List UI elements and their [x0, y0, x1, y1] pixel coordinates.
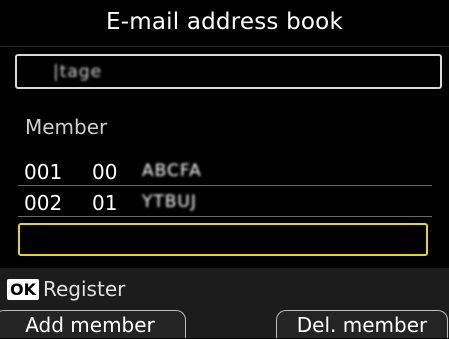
- member-number: 002: [24, 191, 63, 215]
- address-book-name-value: |tage: [53, 62, 103, 82]
- screen-title: E-mail address book: [106, 9, 343, 35]
- delete-member-button[interactable]: Del. member: [276, 310, 448, 338]
- ok-action-label: Register: [43, 277, 126, 301]
- footer-bar: OK Register Add member Del. member: [0, 268, 449, 338]
- add-member-button[interactable]: Add member: [0, 310, 186, 338]
- title-bar: E-mail address book: [0, 0, 449, 47]
- row-divider: [18, 216, 432, 217]
- member-name: ABCFA: [142, 161, 202, 181]
- member-group: 01: [92, 191, 118, 215]
- empty-member-slot[interactable]: [18, 223, 428, 256]
- ok-button-icon: OK: [7, 279, 39, 300]
- address-book-name-field[interactable]: |tage: [15, 54, 442, 89]
- member-name: YTBUJ: [142, 192, 197, 212]
- member-group: 00: [92, 160, 118, 184]
- row-divider: [18, 185, 432, 186]
- member-section-label: Member: [25, 115, 108, 139]
- member-number: 001: [24, 160, 63, 184]
